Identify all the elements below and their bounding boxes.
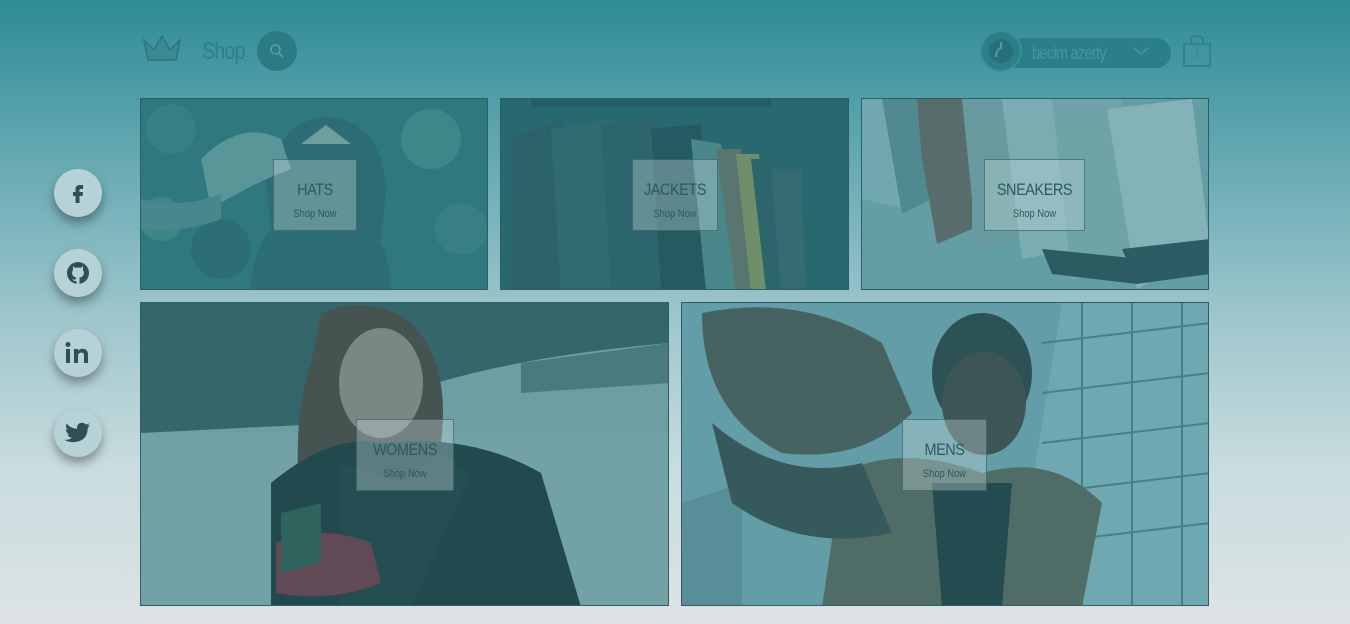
facebook-button[interactable] (54, 169, 102, 217)
shop-now-link[interactable]: Shop Now (280, 208, 350, 220)
shop-now-link[interactable]: Shop Now (364, 468, 446, 480)
category-title: SNEAKERS (996, 180, 1073, 199)
shop-link[interactable]: Shop (202, 38, 246, 66)
shop-now-link[interactable]: Shop Now (639, 208, 710, 220)
header: Shop becim azerty (140, 28, 1211, 74)
category-tile-mens[interactable]: MENS Shop Now (681, 302, 1209, 606)
category-label-box[interactable]: MENS Shop Now (902, 419, 987, 491)
category-title: HATS (297, 180, 333, 199)
user-name: becim azerty (1032, 43, 1107, 63)
facebook-icon (73, 185, 83, 203)
shop-now-link[interactable]: Shop Now (992, 208, 1076, 220)
category-label-box[interactable]: WOMENS Shop Now (356, 419, 454, 491)
category-tile-womens[interactable]: WOMENS Shop Now (140, 302, 669, 606)
user-power-icon (989, 39, 1013, 63)
category-title: JACKETS (643, 180, 707, 199)
avatar[interactable] (980, 30, 1022, 72)
category-label-box[interactable]: HATS Shop Now (273, 159, 357, 231)
twitter-button[interactable] (54, 409, 102, 457)
category-tile-hats[interactable]: HATS Shop Now (140, 98, 488, 290)
shop-now-link[interactable]: Shop Now (909, 468, 980, 480)
twitter-icon (64, 422, 90, 443)
crown-logo-icon[interactable] (140, 30, 184, 64)
chevron-down-icon[interactable] (1132, 45, 1150, 57)
category-title: WOMENS (372, 440, 438, 459)
category-tile-sneakers[interactable]: SNEAKERS Shop Now (861, 98, 1209, 290)
github-icon (67, 262, 89, 284)
search-button[interactable] (257, 31, 297, 71)
linkedin-icon (65, 342, 88, 363)
search-icon (270, 44, 284, 58)
github-button[interactable] (54, 249, 102, 297)
shopping-bag-icon[interactable] (1183, 34, 1211, 68)
linkedin-button[interactable] (54, 329, 102, 377)
category-label-box[interactable]: SNEAKERS Shop Now (984, 159, 1085, 231)
category-title: MENS (924, 440, 965, 459)
category-label-box[interactable]: JACKETS Shop Now (632, 159, 718, 231)
category-tile-jackets[interactable]: JACKETS Shop Now (500, 98, 849, 290)
